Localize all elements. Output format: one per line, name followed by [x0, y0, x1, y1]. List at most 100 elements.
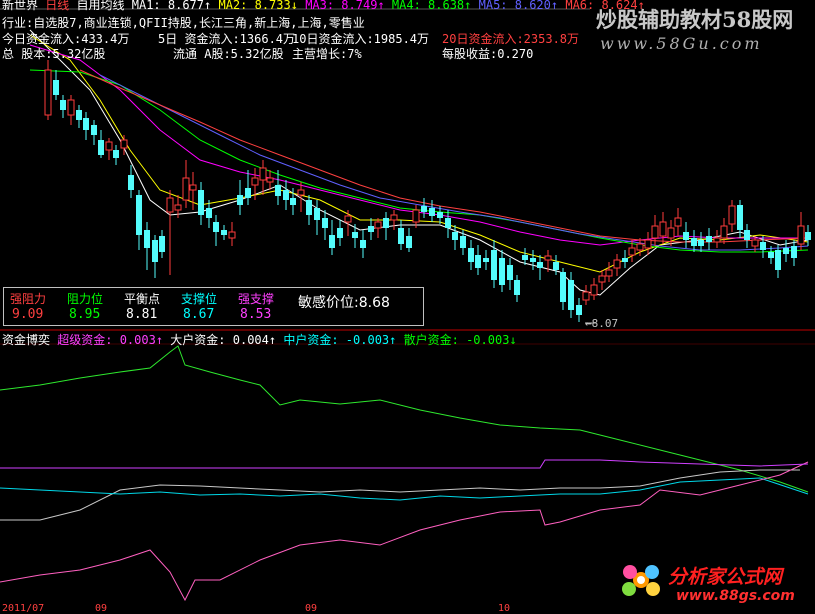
candle[interactable] [568, 272, 574, 318]
candle[interactable] [805, 225, 811, 246]
candle[interactable] [266, 170, 274, 190]
candle[interactable] [136, 190, 142, 250]
candle[interactable] [337, 220, 343, 246]
candle[interactable] [775, 245, 781, 278]
balance-point-value: 8.81 [126, 307, 158, 322]
candle[interactable] [605, 262, 613, 282]
candle[interactable] [383, 212, 389, 240]
candle[interactable] [189, 172, 197, 210]
candle[interactable] [713, 230, 721, 248]
candle[interactable] [374, 218, 382, 238]
candle[interactable] [113, 145, 119, 165]
candle[interactable] [221, 225, 227, 240]
candle[interactable] [314, 200, 320, 235]
candle[interactable] [322, 210, 328, 240]
candle[interactable] [514, 275, 520, 302]
candle[interactable] [791, 240, 797, 266]
ma3-value: MA3: 8.749↑ [305, 0, 385, 12]
eps: 每股收益:0.270 [442, 47, 534, 61]
candle[interactable] [352, 224, 358, 248]
candle[interactable] [537, 255, 543, 280]
candle[interactable] [159, 230, 165, 258]
candle[interactable] [166, 190, 174, 275]
candle[interactable] [213, 215, 219, 246]
candle[interactable] [530, 250, 536, 270]
candle[interactable] [144, 222, 150, 270]
candle[interactable] [421, 198, 427, 218]
candle[interactable] [91, 120, 97, 145]
candle[interactable] [128, 165, 134, 198]
period-label[interactable]: 日线 [45, 0, 69, 12]
large-fund-value: 大户资金: 0.004↑ [170, 333, 277, 347]
candle[interactable] [67, 95, 75, 125]
retail-fund-value: 散户资金: -0.003↓ [403, 333, 517, 347]
candle[interactable] [590, 278, 598, 300]
candle[interactable] [576, 298, 582, 322]
candle[interactable] [491, 240, 497, 288]
candle[interactable] [613, 254, 621, 276]
indicator-name: 自用均线 [76, 0, 125, 12]
candle[interactable] [452, 225, 458, 250]
candle[interactable] [483, 250, 489, 270]
total-shares: 总 股本:5.32亿股 [2, 47, 106, 61]
candle[interactable] [659, 212, 667, 244]
candle[interactable] [60, 95, 66, 118]
candle[interactable] [360, 230, 366, 258]
candle[interactable] [674, 208, 682, 236]
candle[interactable] [259, 160, 267, 195]
ma5-value: MA5: 8.620↑ [478, 0, 559, 12]
candle[interactable] [406, 228, 412, 252]
candle[interactable] [429, 200, 435, 222]
candle[interactable] [390, 210, 398, 230]
candle[interactable] [582, 285, 590, 305]
candle[interactable] [83, 112, 89, 140]
candle[interactable] [44, 60, 52, 120]
low-price-marker: ←8.07 [585, 317, 619, 330]
candle[interactable] [237, 180, 243, 215]
strong-resistance-value: 9.09 [12, 307, 44, 322]
industry-info: 行业:自选股7,商业连锁,QFII持股,长江三角,新上海,上海,零售业 [2, 16, 365, 30]
fund-game-header: 资金博奕 超级资金: 0.003↑ 大户资金: 0.004↑ 中户资金: -0.… [2, 331, 517, 348]
flower-logo-icon [616, 558, 666, 602]
candle[interactable] [105, 138, 113, 160]
candle[interactable] [152, 235, 158, 278]
candle[interactable] [76, 105, 82, 128]
candle[interactable] [460, 230, 466, 255]
large-fund-line [0, 469, 800, 521]
candle[interactable] [475, 245, 481, 275]
resistance-value: 8.95 [69, 307, 101, 322]
ma-header: 新世界 日线 自用均线 MA1: 8.677↑ MA2: 8.733↓ MA3:… [2, 0, 645, 13]
candle[interactable] [368, 218, 374, 240]
watermark-58gu-url: www.58Gu.com [600, 34, 763, 53]
watermark-58gu: 炒股辅助教材58股网 [596, 7, 794, 32]
ma5-line [99, 74, 809, 251]
candle[interactable] [245, 170, 251, 205]
watermark-88gs: 分析家公式网 [668, 566, 783, 588]
candle[interactable] [622, 250, 628, 268]
candle[interactable] [329, 220, 335, 255]
candle[interactable] [560, 268, 566, 310]
candle[interactable] [644, 232, 652, 255]
candle[interactable] [445, 210, 451, 238]
candle[interactable] [683, 222, 689, 248]
candle[interactable] [507, 258, 513, 290]
ma1-value: MA1: 8.677↑ [131, 0, 212, 12]
axis-date-4: 10 [498, 603, 511, 614]
candle[interactable] [698, 232, 704, 252]
candle[interactable] [198, 182, 204, 225]
candle[interactable] [468, 240, 474, 270]
candle[interactable] [797, 212, 805, 250]
candle[interactable] [306, 195, 312, 225]
axis-date-1: 2011/07 [2, 603, 45, 614]
candle[interactable] [598, 270, 606, 290]
candle[interactable] [499, 250, 505, 292]
candle[interactable] [728, 200, 736, 232]
candle[interactable] [53, 70, 59, 100]
candle[interactable] [706, 228, 712, 250]
candle[interactable] [744, 224, 750, 248]
candle[interactable] [98, 130, 104, 158]
retail-fund-line [0, 345, 809, 493]
candle[interactable] [283, 180, 289, 210]
super-fund-ma-line [0, 459, 809, 469]
candle[interactable] [228, 222, 236, 246]
